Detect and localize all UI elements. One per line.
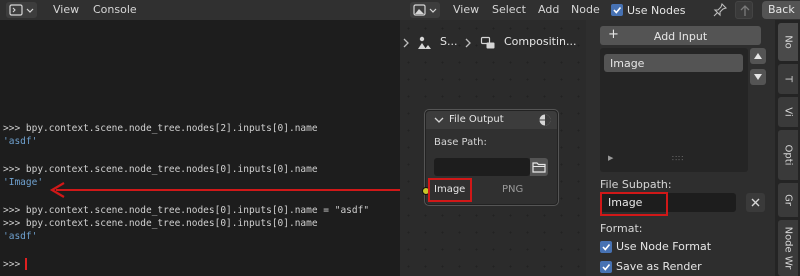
back-button[interactable]: Back	[762, 1, 800, 19]
editor-type-button[interactable]	[6, 2, 37, 18]
menu-select[interactable]: Select	[492, 3, 526, 16]
checkbox-checked-icon	[611, 4, 623, 16]
tab-options[interactable]: Opti	[778, 130, 798, 180]
breadcrumb-node-tree[interactable]: Compositin...	[504, 35, 576, 48]
tab-node[interactable]: No	[778, 23, 798, 61]
console-line: >>> bpy.context.scene.node_tree.nodes[0]…	[3, 164, 318, 175]
highlight-box-node-input	[428, 178, 472, 202]
menu-node[interactable]: Node	[571, 3, 600, 16]
use-node-format-checkbox[interactable]: Use Node Format	[600, 240, 711, 253]
tab-tool[interactable]: T	[778, 64, 798, 94]
save-as-render-checkbox[interactable]: Save as Render	[600, 260, 702, 273]
folder-icon	[532, 162, 546, 173]
chevron-right-icon	[465, 38, 471, 48]
console-line: >>> bpy.context.scene.node_tree.nodes[2]…	[3, 123, 318, 134]
node-editor-icon	[413, 4, 437, 16]
sidebar-tab-strip: No T Vi Opti Gr Node Wr	[775, 20, 800, 276]
console-prompt[interactable]: >>>	[3, 259, 20, 270]
red-arrow-annotation	[49, 182, 423, 198]
use-nodes-label: Use Nodes	[627, 3, 686, 17]
node-header[interactable]: File Output	[426, 111, 557, 129]
collapse-chevron-icon[interactable]	[433, 114, 445, 126]
tab-group[interactable]: Gr	[778, 183, 798, 217]
console-line: 'asdf'	[3, 136, 38, 147]
python-console[interactable]: View Console >>> bpy.context.scene.node_…	[0, 0, 423, 276]
triangle-down-icon	[754, 74, 762, 80]
list-expand-icon[interactable]: ▶	[608, 154, 613, 162]
node-title: File Output	[449, 114, 504, 125]
base-path-field[interactable]	[434, 158, 530, 176]
menu-view[interactable]: View	[453, 3, 479, 16]
move-down-button[interactable]	[750, 69, 766, 85]
editor-type-button[interactable]	[410, 2, 440, 18]
close-icon	[751, 198, 760, 207]
list-resize-grip-icon[interactable]: ∷∷	[672, 154, 684, 163]
chevron-right-icon	[403, 38, 409, 48]
inputs-list[interactable]: Image ▶ ∷∷	[600, 48, 748, 172]
save-as-render-label: Save as Render	[616, 260, 702, 273]
console-line: 'asdf'	[3, 231, 38, 242]
menu-console[interactable]: Console	[93, 3, 137, 16]
use-nodes-toggle[interactable]: Use Nodes	[611, 2, 687, 18]
node-preview-icon[interactable]	[538, 113, 552, 127]
compositing-node-tree-icon	[480, 36, 495, 49]
parent-node-tree-button[interactable]	[735, 1, 753, 19]
remove-input-button[interactable]	[746, 193, 765, 212]
node-editor-header: View Select Add Node Use Nodes Back	[400, 0, 800, 20]
format-label: Format:	[600, 222, 643, 235]
scene-icon	[418, 36, 431, 49]
triangle-up-icon	[754, 53, 762, 59]
file-subpath-label: File Subpath:	[600, 178, 672, 191]
chevron-down-icon	[26, 8, 34, 13]
console-line: >>> bpy.context.scene.node_tree.nodes[0]…	[3, 218, 318, 229]
arrow-up-icon	[740, 5, 750, 16]
add-input-label: Add Input	[653, 30, 708, 43]
console-header: View Console	[0, 0, 400, 20]
use-node-format-label: Use Node Format	[616, 240, 712, 253]
add-input-button[interactable]: + Add Input	[600, 26, 761, 45]
menu-view[interactable]: View	[53, 3, 79, 16]
list-item[interactable]: Image	[604, 54, 743, 72]
tab-view[interactable]: Vi	[778, 97, 798, 127]
menu-add[interactable]: Add	[538, 3, 559, 16]
tab-node-wrangler[interactable]: Node Wr	[778, 220, 798, 276]
node-format-label: PNG	[502, 184, 524, 195]
node-properties-sidebar: + Add Input Image ▶ ∷∷ File Subpath: Ima…	[586, 20, 775, 276]
pin-icon[interactable]	[713, 3, 727, 17]
highlight-box-file-subpath	[600, 192, 668, 216]
console-editor-icon	[9, 4, 34, 16]
breadcrumb-scene[interactable]: S...	[440, 35, 457, 48]
browse-folder-button[interactable]	[530, 158, 548, 176]
console-line: 'Image'	[3, 177, 44, 188]
breadcrumb: S... Compositin...	[400, 35, 586, 51]
console-line: >>> bpy.context.scene.node_tree.nodes[0]…	[3, 205, 370, 216]
checkbox-checked-icon	[600, 260, 612, 273]
checkbox-checked-icon	[600, 240, 612, 253]
text-cursor	[25, 258, 27, 270]
move-up-button[interactable]	[750, 48, 766, 64]
base-path-label: Base Path:	[434, 137, 487, 148]
